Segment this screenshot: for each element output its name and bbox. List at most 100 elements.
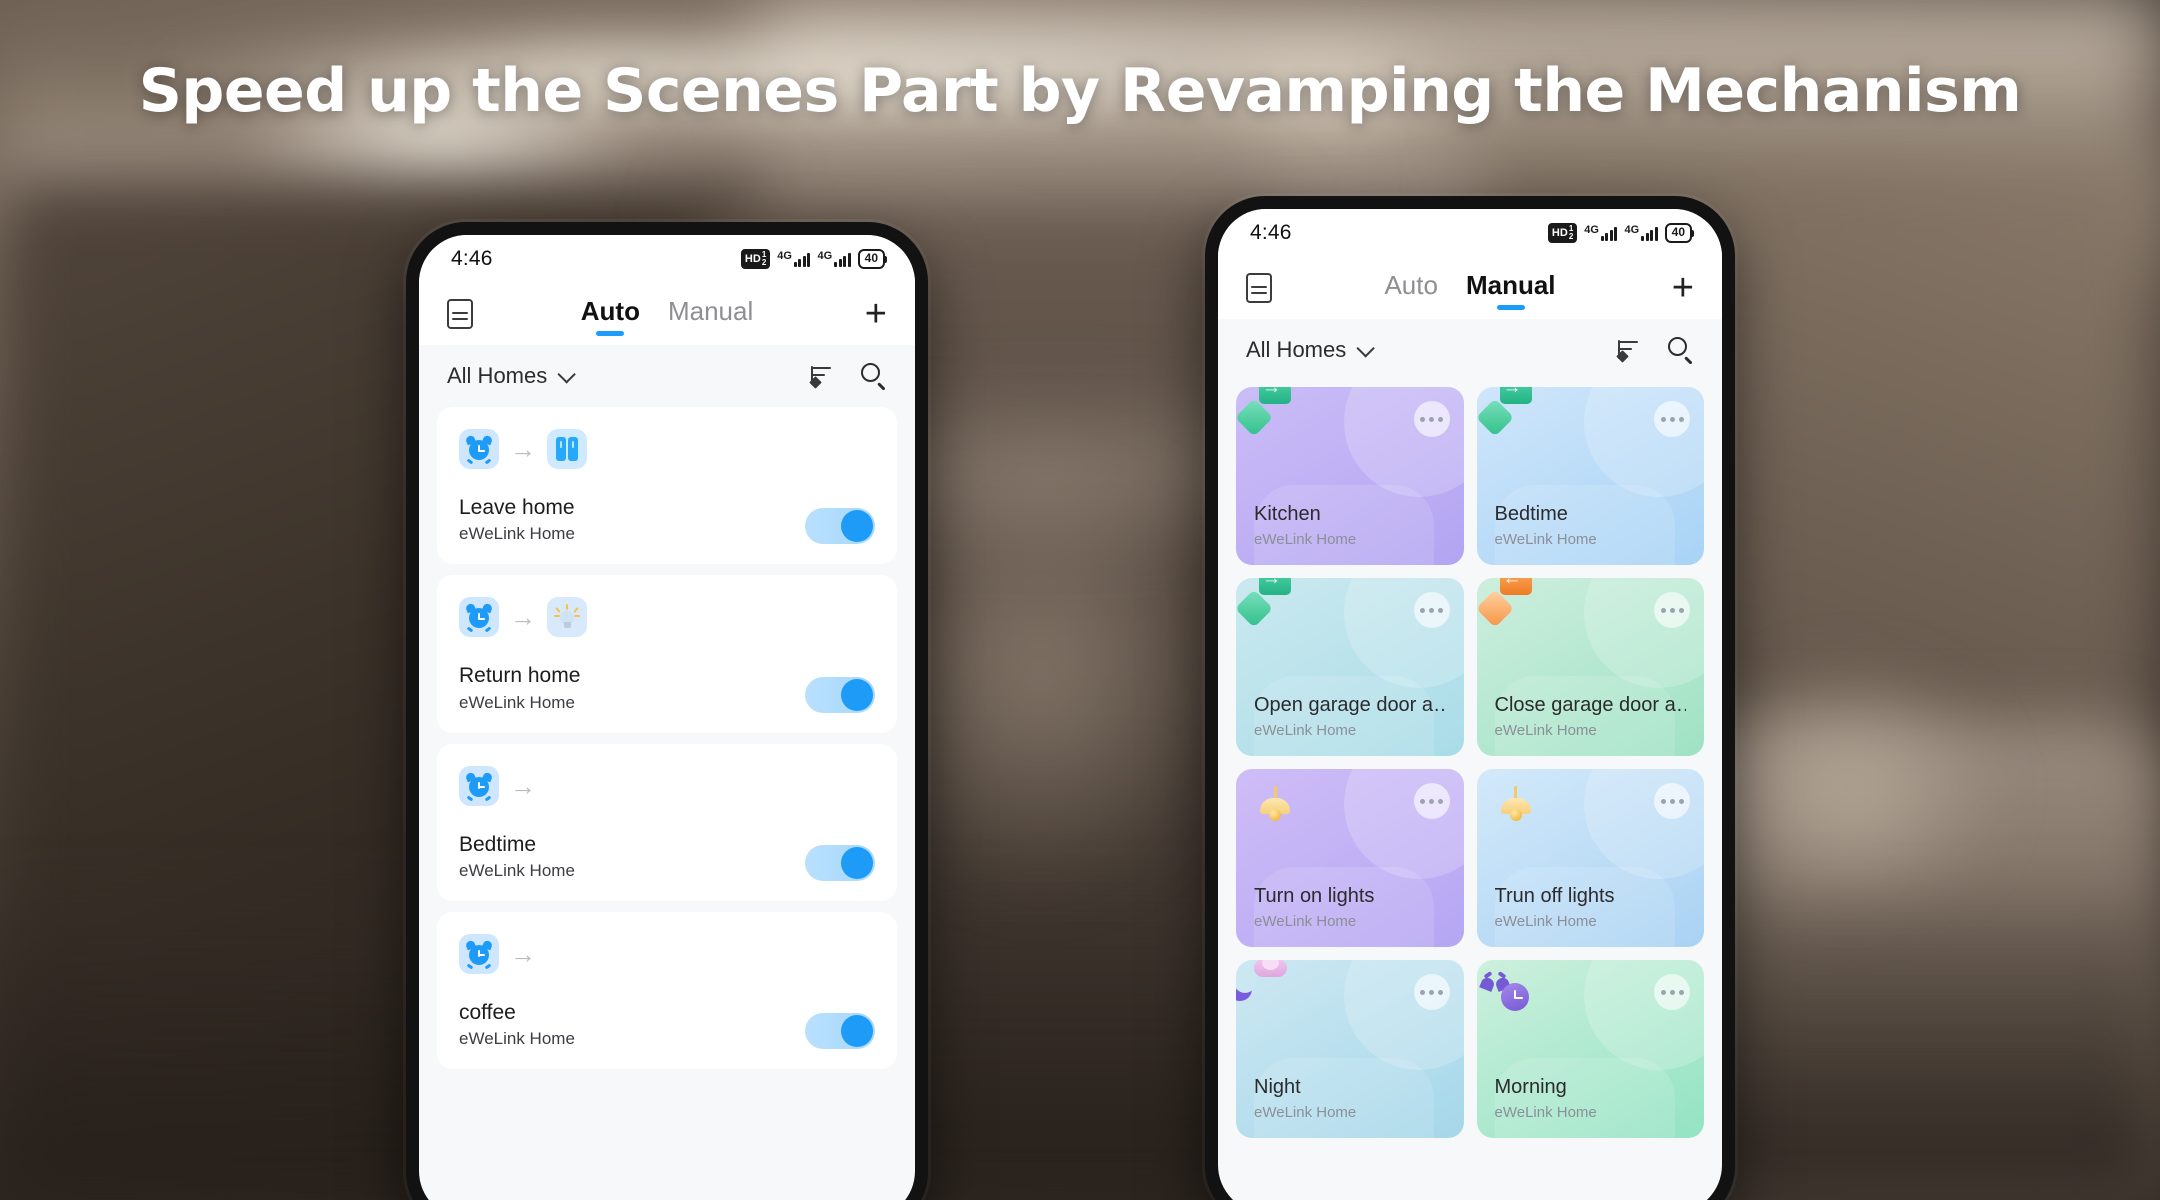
scene-text: Leave home eWeLink Home [459, 495, 805, 544]
more-options-icon[interactable] [1654, 783, 1690, 819]
tab-manual[interactable]: Manual [1466, 270, 1556, 306]
more-options-icon[interactable] [1413, 783, 1450, 819]
scene-subtitle: eWeLink Home [459, 860, 575, 880]
status-bar-time: 4:46 [1250, 221, 1292, 244]
more-options-icon[interactable] [1654, 592, 1690, 628]
alarm-clock-icon [459, 429, 499, 469]
scene-title: Trun off lights [1494, 885, 1615, 907]
scene-title: Turn on lights [1254, 885, 1375, 907]
tab-auto[interactable]: Auto [1384, 270, 1438, 306]
more-options-icon[interactable] [1654, 974, 1690, 1010]
manual-scene-grid[interactable]: → Kitchen eWeLink Home → Bedtime eWeLink… [1218, 381, 1722, 1200]
scene-title: Morning [1494, 1076, 1567, 1098]
status-bar: 4:46 HD 1 2 4G 4G 40 [419, 235, 915, 283]
scene-card[interactable]: → Bedtime eWeLink Home [1476, 387, 1704, 565]
hd-voice-icon: HD 1 2 [740, 249, 771, 269]
filter-bar: All Homes [1218, 319, 1722, 381]
alarm-clock-icon [459, 597, 499, 638]
home-selector-label: All Homes [1246, 337, 1347, 362]
auto-scene-list[interactable]: → Leave home eWeLink Home → Return home … [419, 407, 915, 1200]
alarm-clock-icon [459, 933, 499, 974]
scene-card[interactable]: Turn on lights eWeLink Home [1236, 769, 1464, 947]
scene-flow-icons: → [459, 765, 875, 806]
scene-subtitle: eWeLink Home [459, 1029, 575, 1048]
add-scene-button[interactable]: + [865, 295, 887, 332]
scene-card[interactable]: Trun off lights eWeLink Home [1476, 769, 1704, 947]
scene-card[interactable]: Morning eWeLink Home [1476, 960, 1704, 1138]
home-selector[interactable]: All Homes [447, 363, 577, 389]
list-item[interactable]: → Leave home eWeLink Home [437, 407, 897, 565]
phone-left: 4:46 HD 1 2 4G 4G 40 Auto Manual + All H… [406, 222, 928, 1200]
status-bar-indicators: HD 1 2 4G 4G 40 [740, 249, 888, 269]
scene-text: Kitchen eWeLink Home [1254, 502, 1446, 548]
app-bar: Auto Manual + [419, 283, 915, 345]
scene-subtitle: eWeLink Home [1254, 1104, 1357, 1121]
hd-voice-icon: HD 1 2 [1547, 223, 1578, 243]
scene-flow-icons: → [459, 933, 875, 974]
scene-text: Trun off lights eWeLink Home [1495, 884, 1687, 930]
scene-row-body: coffee eWeLink Home [459, 1000, 875, 1049]
scene-subtitle: eWeLink Home [1254, 531, 1357, 548]
scene-title: Bedtime [1494, 503, 1568, 525]
home-selector-label: All Homes [447, 363, 548, 388]
phone-right: 4:46 HD 1 2 4G 4G 40 Auto Manual + All H… [1205, 196, 1735, 1200]
tab-bar: Auto Manual [419, 283, 915, 345]
list-item[interactable]: → Return home eWeLink Home [437, 575, 897, 733]
scene-row-body: Return home eWeLink Home [459, 663, 875, 713]
scene-toggle[interactable] [805, 508, 875, 545]
scene-toggle[interactable] [805, 1013, 875, 1049]
document-list-icon[interactable] [447, 299, 473, 329]
scene-toggle[interactable] [805, 844, 875, 881]
scene-text: Open garage door a… eWeLink Home [1254, 693, 1446, 739]
document-list-icon[interactable] [1246, 273, 1272, 303]
signal-icon-2: 4G [817, 251, 851, 267]
signal-icon-1: 4G [777, 251, 811, 267]
scene-card[interactable]: Night eWeLink Home [1236, 960, 1464, 1138]
scene-title: Open garage door a… [1254, 694, 1446, 716]
sort-icon[interactable] [1616, 339, 1642, 363]
scene-subtitle: eWeLink Home [1254, 722, 1357, 739]
tab-bar: Auto Manual [1218, 257, 1722, 319]
alarm-clock-purple-icon [1478, 971, 1537, 1019]
list-item[interactable]: → Bedtime eWeLink Home [437, 743, 897, 901]
scene-title: Close garage door a… [1494, 694, 1687, 716]
scene-text: Night eWeLink Home [1254, 1075, 1446, 1121]
scene-card[interactable]: → Kitchen eWeLink Home [1236, 387, 1464, 565]
status-bar: 4:46 HD 1 2 4G 4G 40 [1218, 209, 1722, 257]
search-icon[interactable] [861, 363, 887, 391]
scene-text: Morning eWeLink Home [1495, 1075, 1687, 1121]
add-scene-button[interactable]: + [1672, 269, 1694, 306]
scene-title: coffee [459, 1000, 516, 1024]
house-arrow-left-orange-icon: ← [1476, 578, 1537, 637]
filter-bar: All Homes [419, 345, 915, 407]
ceiling-lamp-icon [1254, 786, 1296, 828]
tab-manual[interactable]: Manual [668, 296, 753, 332]
scene-text: Turn on lights eWeLink Home [1254, 884, 1446, 930]
more-options-icon[interactable] [1654, 401, 1690, 437]
scene-flow-icons: → [459, 597, 875, 638]
scene-subtitle: eWeLink Home [1494, 722, 1597, 739]
scene-row-body: Bedtime eWeLink Home [459, 832, 875, 881]
alarm-clock-icon [459, 765, 499, 806]
curtain-device-icon [547, 429, 587, 469]
scene-subtitle: eWeLink Home [459, 524, 575, 544]
list-item[interactable]: → coffee eWeLink Home [437, 911, 897, 1069]
home-selector[interactable]: All Homes [1246, 337, 1376, 363]
scene-title: Return home [459, 664, 581, 688]
sort-icon[interactable] [809, 365, 835, 389]
phone-right-screen: 4:46 HD 1 2 4G 4G 40 Auto Manual + All H… [1218, 209, 1722, 1200]
filter-bar-actions [809, 363, 887, 391]
scene-card[interactable]: → Open garage door a… eWeLink Home [1236, 578, 1464, 756]
ceiling-lamp-icon [1495, 786, 1537, 828]
scene-toggle[interactable] [805, 676, 875, 713]
more-options-icon[interactable] [1413, 592, 1450, 628]
tab-auto[interactable]: Auto [581, 296, 640, 332]
signal-icon-1: 4G [1584, 225, 1618, 241]
scene-card[interactable]: ← Close garage door a… eWeLink Home [1476, 578, 1704, 756]
more-options-icon[interactable] [1413, 974, 1450, 1010]
more-options-icon[interactable] [1413, 401, 1450, 437]
battery-icon: 40 [1664, 223, 1695, 243]
phone-left-screen: 4:46 HD 1 2 4G 4G 40 Auto Manual + All H… [419, 235, 915, 1200]
status-bar-time: 4:46 [451, 247, 493, 270]
search-icon[interactable] [1668, 337, 1694, 365]
